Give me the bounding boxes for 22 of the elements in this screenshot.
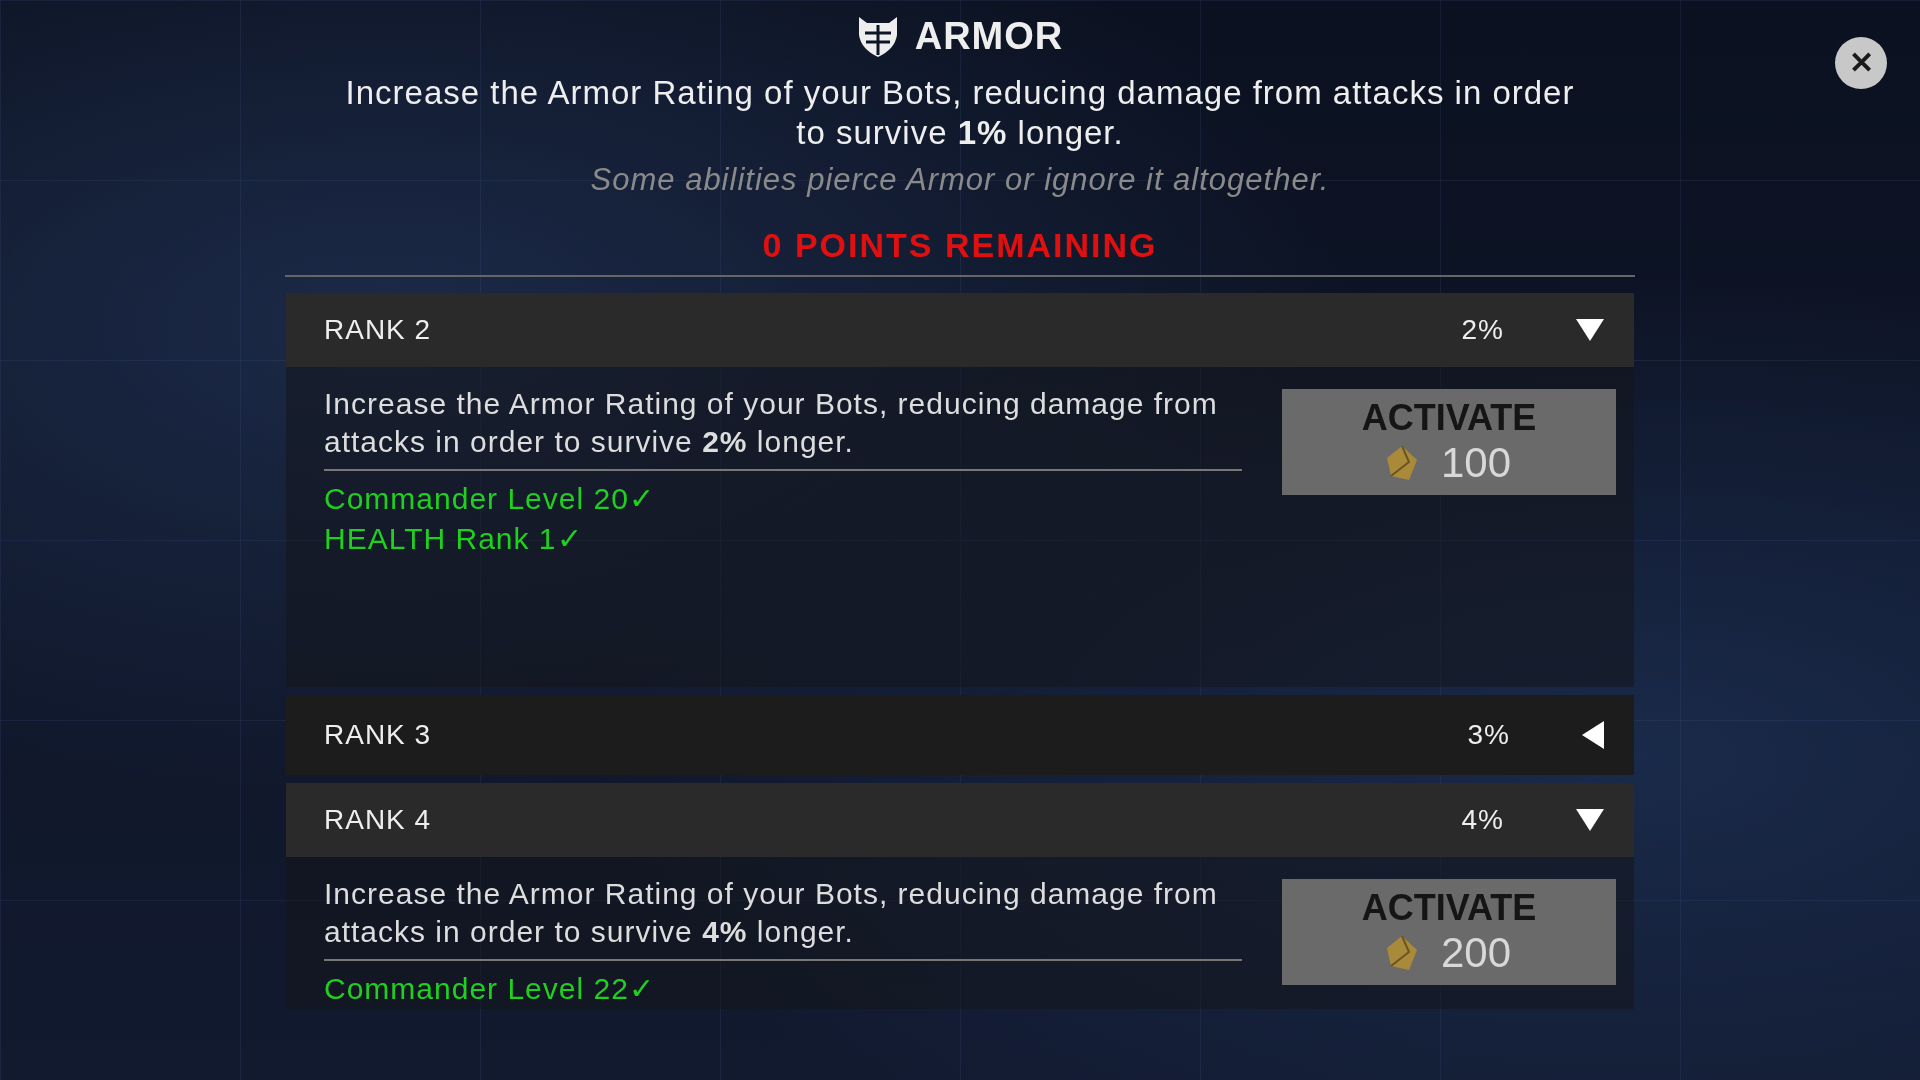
panel-title: ARMOR [914, 14, 1064, 59]
rank-header[interactable]: RANK 4 4% [286, 782, 1634, 857]
percent-text: 2% [1461, 312, 1505, 347]
rank-header[interactable]: RANK 2 2% [286, 292, 1634, 367]
close-button[interactable]: ✕ [1835, 37, 1887, 89]
requirement-text: HEALTH Rank 1✓ [324, 520, 584, 557]
rank-description: Increase the Armor Rating of your Bots, reducing damage from attacks in order to survive 4% longer. [324, 875, 1219, 950]
points-remaining: 0 POINTS REMAINING [762, 224, 1158, 266]
rank-title: RANK 3 [324, 717, 433, 752]
percent-text: 3% [1467, 717, 1511, 752]
note-text: Some abilities pierce Armor or ignore it altogether. [590, 161, 1330, 199]
rank-header[interactable]: RANK 3 3% [286, 694, 1634, 775]
rank-description: Increase the Armor Rating of your Bots, reducing damage from attacks in order to survive 2% longer. [324, 385, 1219, 460]
gem-icon [1386, 445, 1417, 480]
percent-text: 4% [1461, 802, 1505, 837]
requirement-text: Commander Level 20✓ [324, 480, 656, 517]
armor-icon [856, 14, 899, 59]
rank-title: RANK 2 [324, 312, 433, 347]
gem-icon [1386, 935, 1417, 970]
description-text: Increase the Armor Rating of your Bots, reducing damage from attacks in order to survive 1% longer. [344, 73, 1576, 153]
requirement-text: Commander Level 22✓ [324, 970, 656, 1007]
rank-title: RANK 4 [324, 802, 433, 837]
